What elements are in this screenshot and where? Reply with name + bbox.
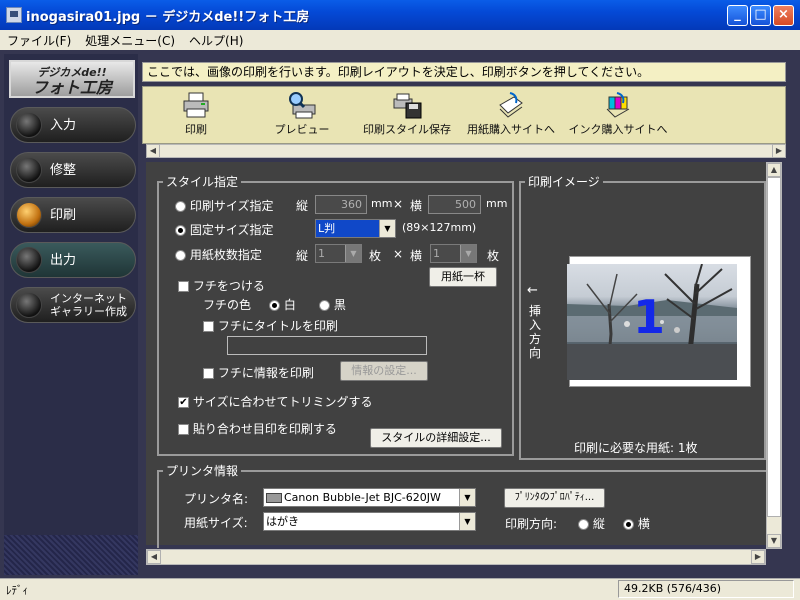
paper-size-select[interactable]: はがき ▼ (263, 512, 476, 531)
horizontal-scrollbar[interactable]: ◀ ▶ (146, 549, 766, 565)
register-mark-checkbox[interactable]: 貼り合わせ目印を印刷する (178, 420, 337, 437)
insert-direction-label: 挿 入 方 向 (528, 304, 541, 360)
sidebar-item-gallery[interactable]: インターネット ギャラリー作成 (10, 287, 136, 323)
preview-button[interactable]: プレビュー (269, 91, 335, 137)
sidebar-item-print[interactable]: 印刷 (10, 197, 136, 233)
knob-icon (16, 112, 42, 138)
scroll-up-icon[interactable]: ▲ (767, 163, 781, 177)
border-black-radio[interactable]: 黒 (319, 296, 346, 313)
knob-icon (16, 292, 42, 318)
height-field[interactable]: 500 (428, 195, 481, 214)
opt-sheet-count[interactable]: 用紙枚数指定 (175, 246, 262, 263)
fixed-dimension: (89×127mm) (402, 221, 477, 234)
border-checkbox[interactable]: フチをつける (178, 277, 265, 294)
border-white-radio[interactable]: 白 (269, 296, 296, 313)
active-knob-icon (16, 202, 42, 228)
orientation-label: 印刷方向: (505, 517, 558, 531)
info-print-checkbox[interactable]: フチに情報を印刷 (203, 364, 314, 381)
printer-icon (266, 493, 282, 503)
title-input[interactable] (227, 336, 427, 355)
close-button[interactable]: × (773, 5, 794, 26)
vertical-scrollbar[interactable]: ▲ ▼ (766, 162, 782, 549)
menu-file[interactable]: ファイル(F) (0, 32, 78, 49)
trim-checkbox[interactable]: ✔ サイズに合わせてトリミングする (178, 393, 372, 410)
sidebar-pattern (4, 535, 138, 575)
paper-site-icon (499, 92, 523, 118)
app-logo: デジカメde!! フォト工房 (9, 60, 135, 98)
style-group-title: スタイル指定 (163, 173, 242, 190)
status-text: ﾚﾃﾞｨ (6, 584, 28, 597)
scroll-right-icon[interactable]: ▶ (751, 550, 765, 564)
opt-print-size[interactable]: 印刷サイズ指定 (175, 197, 273, 214)
chevron-down-icon[interactable]: ▼ (460, 245, 476, 262)
toolbar-scrollbar[interactable]: ◀ ▶ (146, 144, 786, 158)
ink-site-icon (606, 92, 630, 118)
preview-icon (289, 92, 316, 119)
chevron-down-icon[interactable]: ▼ (459, 513, 475, 530)
required-paper-label: 印刷に必要な用紙: 1枚 (574, 441, 698, 455)
border-color-label: フチの色 (203, 298, 252, 312)
sheets-horizontal-select[interactable]: 1 ▼ (430, 244, 477, 263)
sidebar-item-output[interactable]: 出力 (10, 242, 136, 278)
menu-bar: ファイル(F) 処理メニュー(C) ヘルプ(H) (0, 30, 800, 50)
sidebar-item-input[interactable]: 入力 (10, 107, 136, 143)
image-size-info: 49.2KB (576/436) (618, 580, 794, 598)
scroll-down-icon[interactable]: ▼ (767, 534, 781, 548)
toolbar: 印刷 プレビュー 印刷スタイル保存 用紙購入サイトへ インク購入サイトへ (142, 86, 786, 144)
style-detail-button[interactable]: スタイルの詳細設定... (370, 428, 502, 448)
minimize-button[interactable]: _ (727, 5, 748, 26)
sheets-vertical-select[interactable]: 1 ▼ (315, 244, 362, 263)
knob-icon (16, 247, 42, 273)
printer-name-label: プリンタ名: (184, 492, 249, 506)
chevron-down-icon[interactable]: ▼ (379, 220, 395, 237)
paper-full-button[interactable]: 用紙一杯 (429, 267, 497, 287)
knob-icon (16, 157, 42, 183)
menu-process[interactable]: 処理メニュー(C) (78, 32, 182, 49)
chevron-down-icon[interactable]: ▼ (459, 489, 475, 506)
status-bar: ﾚﾃﾞｨ 49.2KB (576/436) (0, 578, 800, 600)
opt-fixed-size[interactable]: 固定サイズ指定 (175, 221, 273, 238)
ink-site-button[interactable]: インク購入サイトへ (567, 91, 669, 137)
printer-group (157, 470, 769, 548)
save-style-button[interactable]: 印刷スタイル保存 (359, 91, 455, 137)
scroll-right-icon[interactable]: ▶ (772, 144, 786, 158)
save-style-icon (393, 93, 422, 119)
fixed-size-select[interactable]: L判 ▼ (315, 219, 396, 238)
width-field[interactable]: 360 (315, 195, 367, 214)
chevron-down-icon[interactable]: ▼ (345, 245, 361, 262)
info-settings-button[interactable]: 情報の設定... (340, 361, 428, 381)
app-icon[interactable] (6, 7, 22, 23)
menu-help[interactable]: ヘルプ(H) (182, 32, 250, 49)
paper-site-button[interactable]: 用紙購入サイトへ (465, 91, 557, 137)
sidebar-item-retouch[interactable]: 修整 (10, 152, 136, 188)
preview-photo: 1 (567, 264, 737, 380)
scroll-left-icon[interactable]: ◀ (146, 144, 160, 158)
title-bar: inogasira01.jpg － デジカメde!!フォト工房 _ □ × (0, 0, 800, 30)
maximize-button[interactable]: □ (750, 5, 771, 26)
preview-group-title: 印刷イメージ (525, 173, 603, 190)
printer-group-title: プリンタ情報 (163, 462, 242, 479)
printer-select[interactable]: Canon Bubble-Jet BJC-620JW ▼ (263, 488, 476, 507)
window-title: inogasira01.jpg － デジカメde!!フォト工房 (26, 9, 310, 25)
print-button[interactable]: 印刷 (173, 91, 219, 137)
scroll-thumb[interactable] (767, 177, 781, 517)
paper-size-label: 用紙サイズ: (184, 516, 248, 530)
orientation-landscape-radio[interactable]: 横 (623, 515, 650, 532)
scroll-left-icon[interactable]: ◀ (147, 550, 161, 564)
insert-arrow-icon: ← (527, 283, 538, 298)
printer-icon (183, 92, 209, 118)
title-print-checkbox[interactable]: フチにタイトルを印刷 (203, 317, 338, 334)
page-number: 1 (633, 290, 666, 344)
orientation-portrait-radio[interactable]: 縦 (578, 515, 605, 532)
info-message: ここでは、画像の印刷を行います。印刷レイアウトを決定し、印刷ボタンを押してくださ… (142, 62, 786, 82)
printer-properties-button[interactable]: ﾌﾟﾘﾝﾀのﾌﾟﾛﾊﾟﾃｨ... (504, 488, 605, 508)
